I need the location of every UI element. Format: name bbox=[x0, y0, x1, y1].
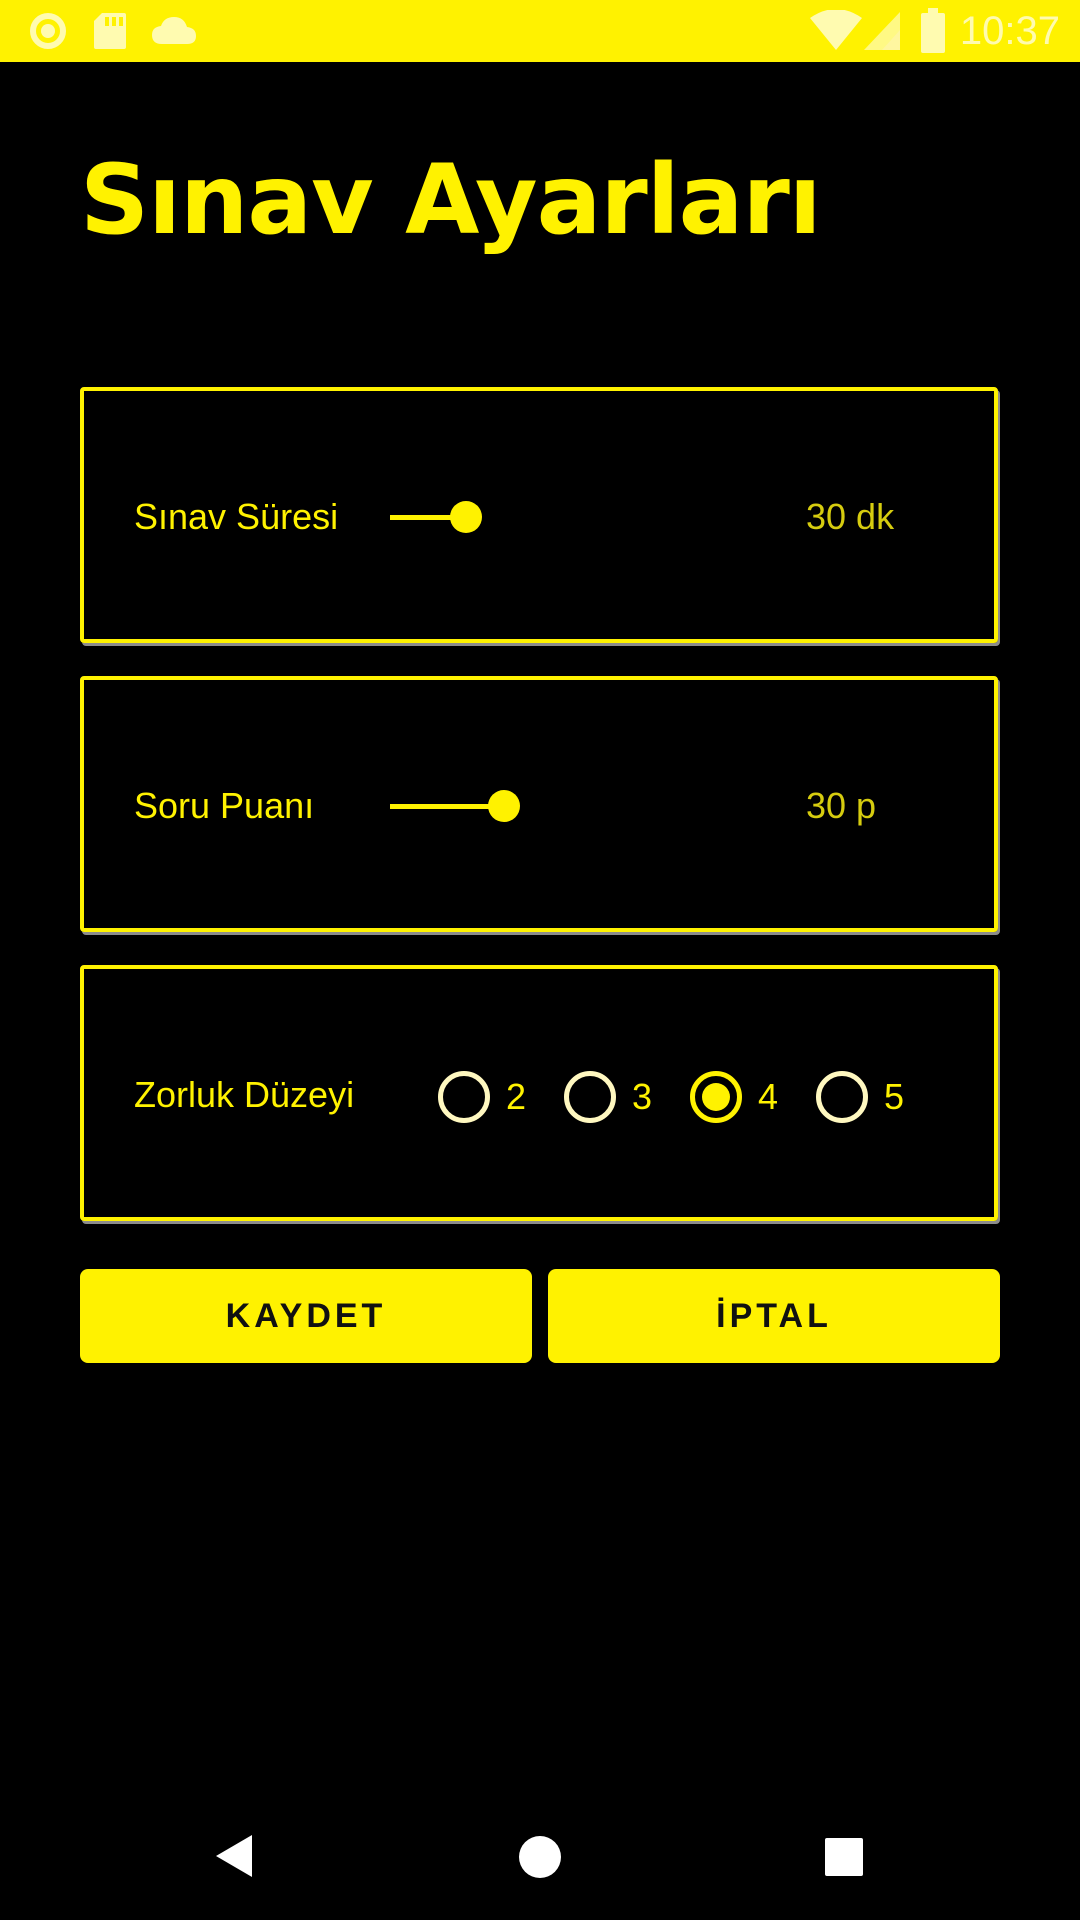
duration-card: Sınav Süresi 30 dk bbox=[80, 387, 998, 643]
score-slider-track[interactable] bbox=[390, 804, 504, 809]
save-button[interactable]: KAYDET bbox=[80, 1269, 532, 1363]
radio-unchecked-icon bbox=[438, 1071, 490, 1123]
difficulty-option-4[interactable]: 4 bbox=[690, 1071, 816, 1123]
home-icon[interactable] bbox=[518, 1835, 562, 1879]
difficulty-option-3[interactable]: 3 bbox=[564, 1071, 690, 1123]
cloud-icon bbox=[152, 17, 196, 44]
battery-icon bbox=[921, 8, 945, 53]
score-slider-thumb[interactable] bbox=[488, 790, 520, 822]
radio-label: 4 bbox=[758, 1076, 779, 1117]
wifi-icon bbox=[810, 10, 862, 50]
sd-card-icon bbox=[94, 13, 126, 49]
page-title: Sınav Ayarları bbox=[80, 144, 822, 256]
cellular-signal-icon bbox=[864, 12, 900, 50]
duration-label: Sınav Süresi bbox=[134, 496, 339, 537]
score-value: 30 p bbox=[806, 785, 877, 826]
radio-label: 5 bbox=[884, 1076, 905, 1117]
navigation-bar bbox=[0, 1800, 1080, 1920]
status-bar: 10:37 bbox=[0, 0, 1080, 62]
radio-unchecked-icon bbox=[816, 1071, 868, 1123]
duration-value: 30 dk bbox=[806, 496, 895, 537]
cancel-button[interactable]: İPTAL bbox=[548, 1269, 1000, 1363]
score-label: Soru Puanı bbox=[134, 785, 315, 826]
radio-label: 2 bbox=[506, 1076, 527, 1117]
radio-unchecked-icon bbox=[564, 1071, 616, 1123]
radio-dot-icon bbox=[702, 1083, 730, 1111]
difficulty-card: Zorluk Düzeyi 2 3 4 5 bbox=[80, 965, 998, 1221]
difficulty-option-5[interactable]: 5 bbox=[816, 1071, 942, 1123]
radio-label: 3 bbox=[632, 1076, 653, 1117]
difficulty-option-2[interactable]: 2 bbox=[438, 1071, 564, 1123]
circle-status-icon bbox=[30, 13, 66, 49]
score-card: Soru Puanı 30 p bbox=[80, 676, 998, 932]
duration-slider-thumb[interactable] bbox=[450, 501, 482, 533]
back-icon[interactable] bbox=[212, 1832, 256, 1880]
difficulty-label: Zorluk Düzeyi bbox=[134, 1074, 355, 1115]
status-time: 10:37 bbox=[959, 9, 1060, 53]
recents-icon[interactable] bbox=[824, 1837, 864, 1877]
